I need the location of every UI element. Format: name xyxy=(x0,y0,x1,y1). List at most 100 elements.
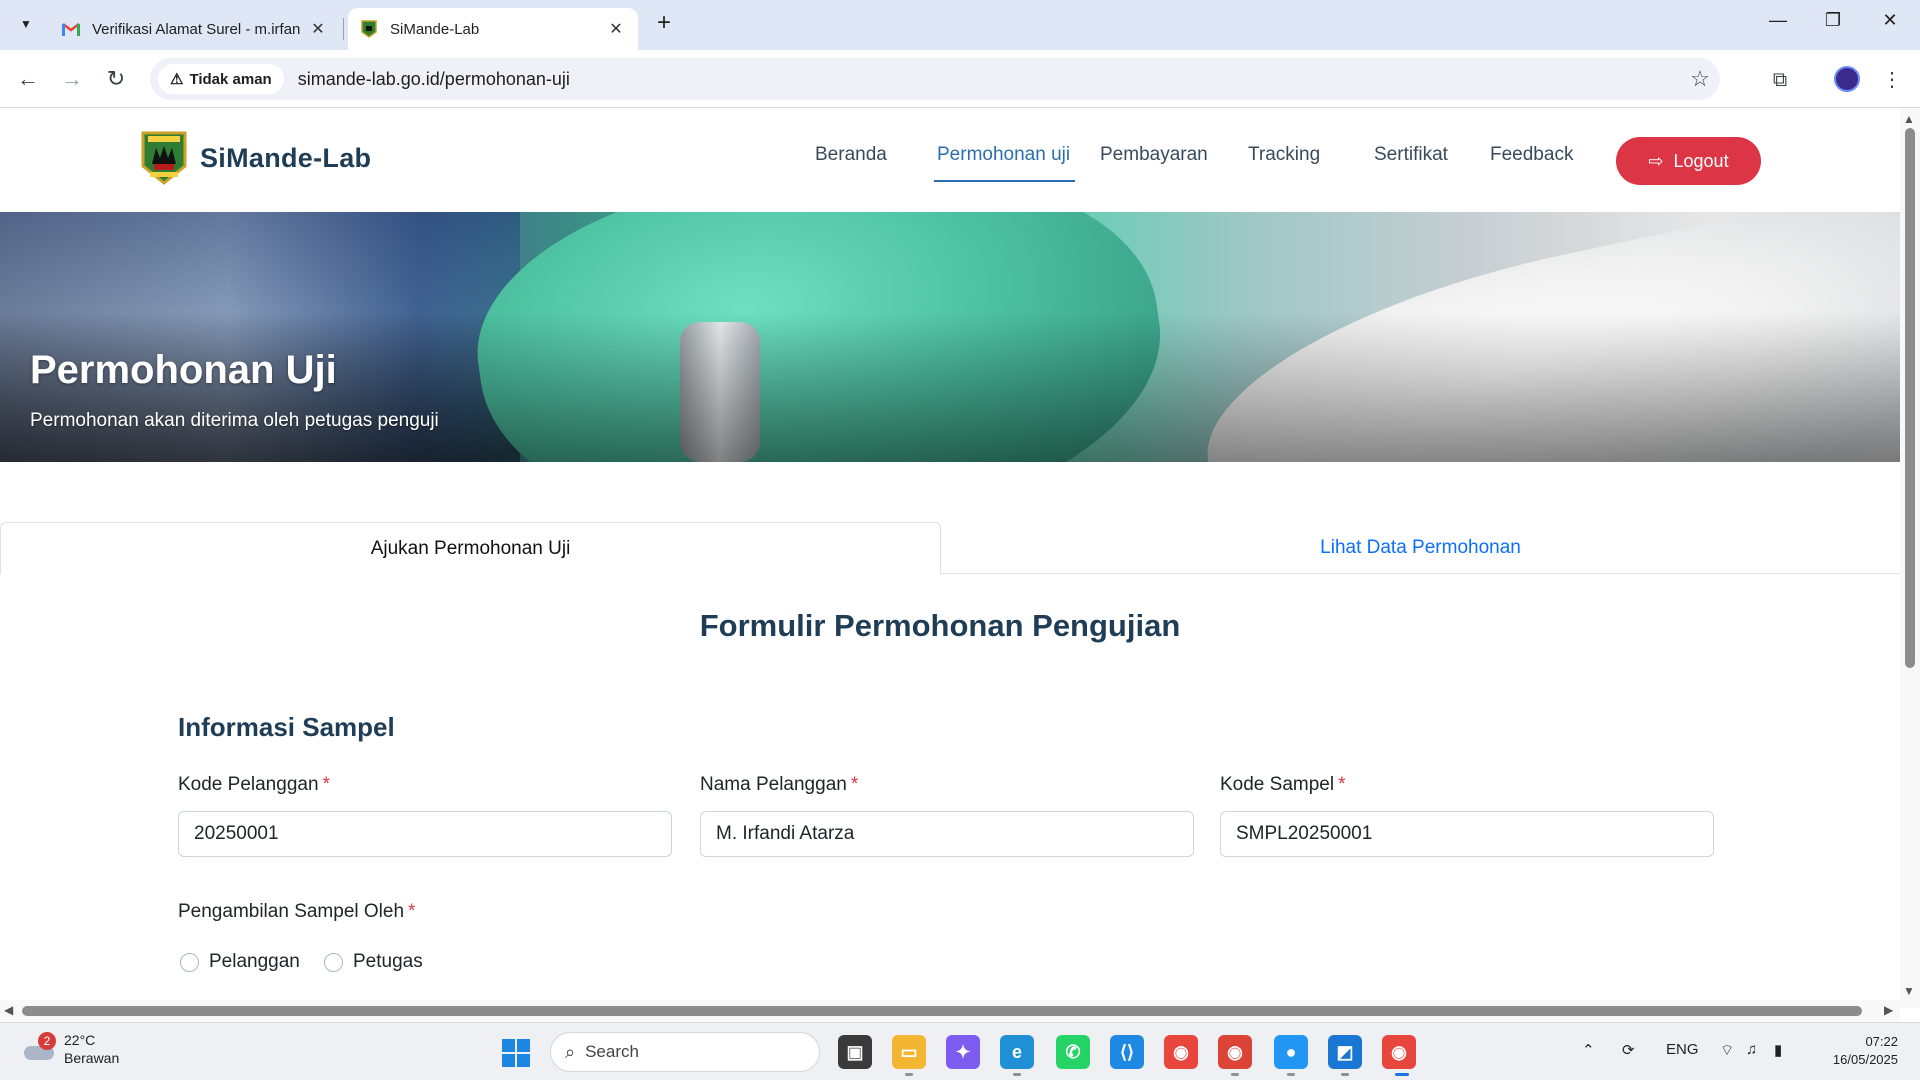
nav-sertifikat[interactable]: Sertifikat xyxy=(1374,144,1448,166)
kode-pelanggan-input[interactable] xyxy=(178,811,672,857)
radio-petugas[interactable]: Petugas xyxy=(324,951,423,973)
browser-tab-gmail[interactable]: Verifikasi Alamat Surel - m.irfan ✕ xyxy=(50,8,340,50)
section-title: Informasi Sampel xyxy=(178,712,395,742)
vertical-scrollbar[interactable]: ▲ ▼ xyxy=(1900,108,1920,1008)
nav-permohonan-uji[interactable]: Permohonan uji xyxy=(937,144,1070,166)
gmail-icon xyxy=(62,20,80,38)
nav-pembayaran[interactable]: Pembayaran xyxy=(1100,144,1208,166)
warning-icon: ⚠ xyxy=(170,71,184,88)
minimize-icon[interactable]: — xyxy=(1758,10,1798,31)
weather-desc: Berawan xyxy=(64,1050,120,1066)
running-indicator xyxy=(1287,1073,1295,1076)
browser-tab-simande[interactable]: SiMande-Lab ✕ xyxy=(348,8,638,50)
scroll-up-icon[interactable]: ▲ xyxy=(1903,112,1915,126)
back-icon[interactable]: ← xyxy=(12,64,44,96)
brand[interactable]: SiMande-Lab xyxy=(140,130,371,186)
bookmark-star-icon[interactable]: ☆ xyxy=(1680,66,1720,92)
sync-icon[interactable]: ⟳ xyxy=(1622,1041,1635,1059)
scroll-left-icon[interactable]: ◀ xyxy=(4,1003,13,1017)
weather-widget[interactable]: 2 22°C Berawan xyxy=(22,1031,119,1067)
label-text: Kode Pelanggan xyxy=(178,774,319,795)
chevron-up-icon[interactable]: ⌃ xyxy=(1582,1041,1595,1059)
scrollbar-thumb[interactable] xyxy=(1905,128,1915,668)
nav-tracking[interactable]: Tracking xyxy=(1248,144,1320,166)
app-icon[interactable]: ● xyxy=(1274,1035,1308,1069)
forward-icon[interactable]: → xyxy=(56,64,88,96)
browser-toolbar: ← → ↻ ⚠ Tidak aman simande-lab.go.id/per… xyxy=(0,50,1920,108)
running-indicator xyxy=(1013,1073,1021,1076)
whatsapp-icon[interactable]: ✆ xyxy=(1056,1035,1090,1069)
label-text: Nama Pelanggan xyxy=(700,774,847,795)
time: 07:22 xyxy=(1865,1034,1898,1049)
extensions-icon[interactable]: ⧉ xyxy=(1764,64,1796,96)
search-icon: ⌕ xyxy=(565,1041,576,1062)
horizontal-scrollbar[interactable]: ◀ ▶ xyxy=(0,1000,1900,1022)
close-icon[interactable]: ✕ xyxy=(606,19,626,39)
windows-taskbar: 2 22°C Berawan ⌕ Search ▣ ▭ ✦ e ✆ ⟨⟩ ◉ ◉… xyxy=(0,1022,1920,1080)
logout-label: Logout xyxy=(1673,150,1729,171)
nav-beranda[interactable]: Beranda xyxy=(815,144,887,166)
reload-icon[interactable]: ↻ xyxy=(100,64,132,96)
security-chip[interactable]: ⚠ Tidak aman xyxy=(158,64,284,94)
radio-circle[interactable] xyxy=(324,952,343,972)
close-icon[interactable]: ✕ xyxy=(308,19,328,39)
restore-icon[interactable]: ❐ xyxy=(1813,10,1853,31)
photos-icon[interactable]: ◩ xyxy=(1328,1035,1362,1069)
active-indicator xyxy=(1395,1073,1409,1076)
search-placeholder: Search xyxy=(585,1042,639,1061)
radio-label: Petugas xyxy=(353,951,423,972)
security-label: Tidak aman xyxy=(189,70,272,88)
windows-start-icon[interactable] xyxy=(502,1039,530,1067)
chrome-active-icon[interactable]: ◉ xyxy=(1382,1035,1416,1069)
form-tabs: Ajukan Permohonan Uji Lihat Data Permoho… xyxy=(0,522,1900,575)
nama-pelanggan-input[interactable] xyxy=(700,811,1194,857)
edge-icon[interactable]: e xyxy=(1000,1035,1034,1069)
vscode-icon[interactable]: ⟨⟩ xyxy=(1110,1035,1144,1069)
kode-sampel-input[interactable] xyxy=(1220,811,1714,857)
system-clock[interactable]: 07:22 16/05/2025 xyxy=(1818,1033,1898,1069)
task-view-icon[interactable]: ▣ xyxy=(838,1035,872,1069)
site-header: SiMande-Lab Beranda Permohonan uji Pemba… xyxy=(0,108,1900,212)
browser-tab-bar: ▼ Verifikasi Alamat Surel - m.irfan ✕ Si… xyxy=(0,0,1920,50)
tab-title: Verifikasi Alamat Surel - m.irfan xyxy=(92,20,301,38)
radio-pelanggan[interactable]: Pelanggan xyxy=(180,951,300,973)
pengambilan-sampel-label: Pengambilan Sampel Oleh * xyxy=(178,901,415,923)
logout-button[interactable]: ⇨ Logout xyxy=(1616,137,1761,185)
taskbar-search[interactable]: ⌕ Search xyxy=(550,1032,820,1072)
hero-banner: Permohonan Uji Permohonan akan diterima … xyxy=(0,212,1900,462)
tab-ajukan-permohonan[interactable]: Ajukan Permohonan Uji xyxy=(0,522,941,575)
nav-feedback[interactable]: Feedback xyxy=(1490,144,1573,166)
wifi-icon[interactable]: ⌔ xyxy=(1720,1041,1734,1060)
language-indicator[interactable]: ENG xyxy=(1666,1041,1699,1058)
file-explorer-icon[interactable]: ▭ xyxy=(892,1035,926,1069)
volume-icon[interactable]: ♫ xyxy=(1746,1041,1757,1058)
label-text: Pengambilan Sampel Oleh xyxy=(178,901,405,922)
notification-badge: 2 xyxy=(38,1032,56,1050)
form-title: Formulir Permohonan Pengujian xyxy=(699,608,1181,643)
chrome-icon[interactable]: ◉ xyxy=(1164,1035,1198,1069)
avatar[interactable] xyxy=(1834,66,1860,92)
kode-sampel-label: Kode Sampel * xyxy=(1220,774,1345,796)
required-mark: * xyxy=(1338,774,1346,795)
url-text[interactable]: simande-lab.go.id/permohonan-uji xyxy=(298,69,1680,90)
tab-lihat-data[interactable]: Lihat Data Permohonan xyxy=(941,522,1900,574)
page-viewport: SiMande-Lab Beranda Permohonan uji Pemba… xyxy=(0,108,1900,1008)
tab-search-chevron-icon[interactable]: ▼ xyxy=(12,10,40,38)
kode-pelanggan-label: Kode Pelanggan * xyxy=(178,774,330,796)
required-mark: * xyxy=(322,774,330,795)
weather-temp: 22°C xyxy=(64,1032,96,1048)
new-tab-icon[interactable]: + xyxy=(650,10,678,38)
nama-pelanggan-label: Nama Pelanggan * xyxy=(700,774,858,796)
battery-icon[interactable]: ▮ xyxy=(1774,1041,1782,1059)
scroll-down-icon[interactable]: ▼ xyxy=(1903,984,1915,998)
copilot-icon[interactable]: ✦ xyxy=(946,1035,980,1069)
scroll-right-icon[interactable]: ▶ xyxy=(1884,1003,1893,1017)
address-bar[interactable]: ⚠ Tidak aman simande-lab.go.id/permohona… xyxy=(150,58,1720,100)
page-title: Permohonan Uji xyxy=(30,348,337,392)
close-window-icon[interactable]: ✕ xyxy=(1870,10,1910,31)
menu-kebab-icon[interactable]: ⋮ xyxy=(1876,64,1908,96)
chrome-profile-icon[interactable]: ◉ xyxy=(1218,1035,1252,1069)
radio-circle[interactable] xyxy=(180,952,199,972)
label-text: Kode Sampel xyxy=(1220,774,1335,795)
scrollbar-thumb[interactable] xyxy=(22,1006,1862,1016)
